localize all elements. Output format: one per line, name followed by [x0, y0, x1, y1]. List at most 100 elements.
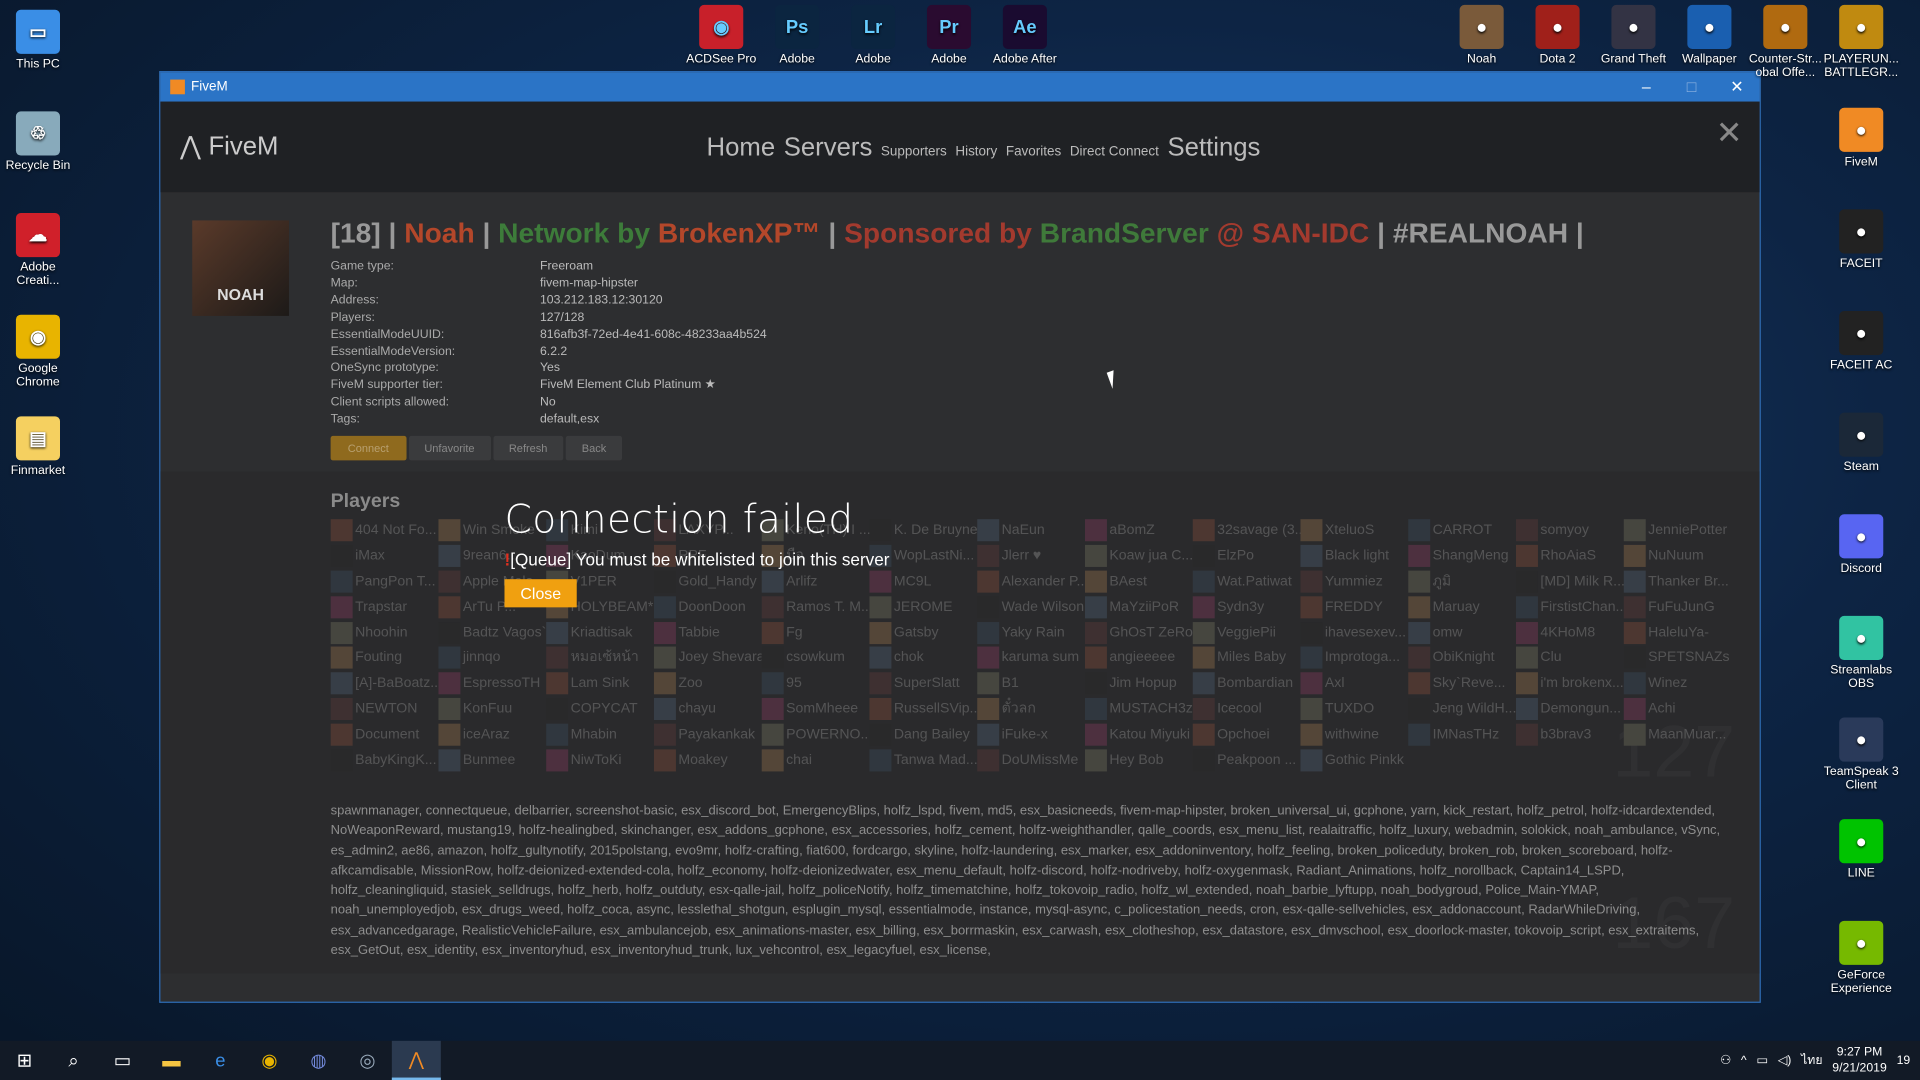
player-item[interactable]: Fg	[761, 620, 870, 645]
player-item[interactable]: Thanker Br...	[1623, 569, 1732, 594]
player-item[interactable]: chai	[761, 747, 870, 772]
player-item[interactable]: Demongun...	[1515, 696, 1624, 721]
player-item[interactable]: Maruay	[1408, 594, 1516, 619]
task-view-icon[interactable]: ▭	[98, 1041, 147, 1080]
chevron-up-icon[interactable]: ^	[1741, 1054, 1747, 1067]
nav-servers[interactable]: Servers	[784, 133, 873, 162]
player-item[interactable]: iceAraz	[438, 722, 546, 747]
desktop-icon-right-6[interactable]: ● TeamSpeak 3 Client	[1822, 717, 1900, 792]
nav-supporters[interactable]: Supporters	[881, 144, 947, 159]
network-icon[interactable]: ▭	[1756, 1054, 1768, 1067]
player-item[interactable]: Jim Hopup	[1084, 671, 1193, 696]
player-item[interactable]: aBomZ	[1084, 518, 1193, 543]
player-item[interactable]: GhOsT ZeRo	[1084, 620, 1193, 645]
chrome-icon[interactable]: ◉	[245, 1041, 294, 1080]
desktop-icon-right-2[interactable]: ● FACEIT AC	[1822, 311, 1900, 372]
player-item[interactable]: COPYCAT	[546, 696, 654, 721]
player-item[interactable]: B1	[977, 671, 1085, 696]
player-item[interactable]: VeggiePii	[1192, 620, 1301, 645]
player-item[interactable]: POWERNO...	[761, 722, 869, 747]
player-item[interactable]: karuma sum	[977, 645, 1085, 670]
window-titlebar[interactable]: FiveM – □ ✕	[160, 72, 1760, 102]
player-item[interactable]: omw	[1408, 620, 1516, 645]
player-item[interactable]: chok	[869, 645, 977, 670]
desktop-icon-topright-0[interactable]: ● Noah	[1442, 4, 1520, 66]
player-item[interactable]: Payakankak	[653, 722, 762, 747]
player-item[interactable]: Hey Bob	[1084, 747, 1193, 772]
player-item[interactable]: Axl	[1300, 671, 1408, 696]
language-indicator[interactable]: ไทย	[1801, 1051, 1822, 1069]
player-item[interactable]: Trapstar	[330, 594, 439, 619]
player-item[interactable]: NuNuum	[1623, 543, 1732, 568]
player-item[interactable]: EspressoTH	[438, 671, 546, 696]
desktop-icon-top-4[interactable]: Ae Adobe After	[986, 4, 1064, 66]
player-item[interactable]: SomMheee	[761, 696, 870, 721]
desktop-icon-top-2[interactable]: Lr Adobe	[834, 4, 912, 66]
unfavorite-button[interactable]: Unfavorite	[408, 435, 491, 461]
desktop-icon-top-3[interactable]: Pr Adobe	[910, 4, 988, 66]
player-item[interactable]: FirstistChan...	[1515, 594, 1624, 619]
player-item[interactable]: Tanwa Mad...	[869, 747, 977, 772]
player-item[interactable]: SPETSNAZs	[1623, 645, 1732, 670]
desktop-icon-right-7[interactable]: ● LINE	[1822, 819, 1900, 880]
desktop-icon-topright-3[interactable]: ● Wallpaper	[1670, 4, 1748, 66]
desktop-icon-left-4[interactable]: ▤ Finmarket	[0, 416, 77, 478]
people-icon[interactable]: ⚇	[1720, 1054, 1731, 1067]
player-item[interactable]: Jeng WildH...	[1408, 696, 1516, 721]
player-item[interactable]: หมอเซ้หน้า	[546, 645, 654, 670]
nav-favorites[interactable]: Favorites	[1006, 144, 1061, 159]
player-item[interactable]: Badtz Vagos`	[438, 620, 546, 645]
player-item[interactable]: ตั๋วลก	[977, 696, 1085, 721]
player-item[interactable]: csowkum	[761, 645, 870, 670]
connect-button[interactable]: Connect	[330, 435, 406, 461]
player-item[interactable]: BAest	[1084, 569, 1193, 594]
teamspeak-icon[interactable]: ◎	[343, 1041, 392, 1080]
player-item[interactable]: Winez	[1623, 671, 1732, 696]
player-item[interactable]: IMNasTHz	[1408, 722, 1516, 747]
player-item[interactable]: NiwToKi	[546, 747, 654, 772]
edge-icon[interactable]: e	[196, 1041, 245, 1080]
player-item[interactable]: ObiKnight	[1408, 645, 1516, 670]
player-item[interactable]: ภูมิ	[1408, 569, 1516, 594]
player-item[interactable]: Koaw jua C...	[1084, 543, 1193, 568]
player-item[interactable]: Miles Baby	[1192, 645, 1301, 670]
desktop-icon-left-0[interactable]: ▭ This PC	[0, 9, 77, 71]
close-window-button[interactable]: ✕	[1714, 77, 1759, 97]
player-item[interactable]: Yummiez	[1300, 569, 1408, 594]
notifications-icon[interactable]: 19	[1897, 1054, 1911, 1067]
player-item[interactable]: RhoAiaS	[1515, 543, 1624, 568]
desktop-icon-topright-4[interactable]: ● Counter-Str... obal Offe...	[1746, 4, 1824, 80]
player-item[interactable]: Opchoei	[1192, 722, 1301, 747]
player-item[interactable]: Bombardian	[1192, 671, 1301, 696]
player-item[interactable]: Mhabin	[546, 722, 654, 747]
player-item[interactable]: Joey Shevara	[653, 645, 762, 670]
player-item[interactable]: Achi	[1623, 696, 1732, 721]
player-item[interactable]: FuFuJunG	[1623, 594, 1732, 619]
player-item[interactable]: PangPon T...	[330, 569, 439, 594]
player-item[interactable]: b3brav3	[1515, 722, 1624, 747]
player-item[interactable]: Gothic Pinkk	[1300, 747, 1408, 772]
player-item[interactable]: NaEun	[977, 518, 1085, 543]
player-item[interactable]: Moakey	[653, 747, 762, 772]
desktop-icon-topright-2[interactable]: ● Grand Theft	[1594, 4, 1672, 66]
player-item[interactable]: withwine	[1300, 722, 1408, 747]
player-item[interactable]: iMax	[330, 543, 439, 568]
player-item[interactable]: 404 Not Fo...	[330, 518, 439, 543]
player-item[interactable]: 95	[761, 671, 870, 696]
player-item[interactable]: 32savage (3...	[1192, 518, 1300, 543]
back-button[interactable]: Back	[565, 435, 623, 461]
player-item[interactable]: Tabbie	[653, 620, 762, 645]
player-item[interactable]: Nhoohin	[330, 620, 439, 645]
nav-history[interactable]: History	[955, 144, 997, 159]
minimize-button[interactable]: –	[1624, 77, 1669, 97]
player-item[interactable]: XteluoS	[1300, 518, 1408, 543]
player-item[interactable]: Bunmee	[438, 747, 546, 772]
desktop-icon-right-0[interactable]: ● FiveM	[1822, 107, 1900, 169]
close-button[interactable]: Close	[504, 579, 578, 608]
player-item[interactable]: Gatsby	[869, 620, 977, 645]
nav-home[interactable]: Home	[707, 133, 776, 162]
player-item[interactable]: MaanMuar...	[1623, 722, 1732, 747]
player-item[interactable]: Improtoga...	[1300, 645, 1408, 670]
player-item[interactable]: somyoy	[1515, 518, 1624, 543]
player-item[interactable]: Kriadtisak	[546, 620, 654, 645]
